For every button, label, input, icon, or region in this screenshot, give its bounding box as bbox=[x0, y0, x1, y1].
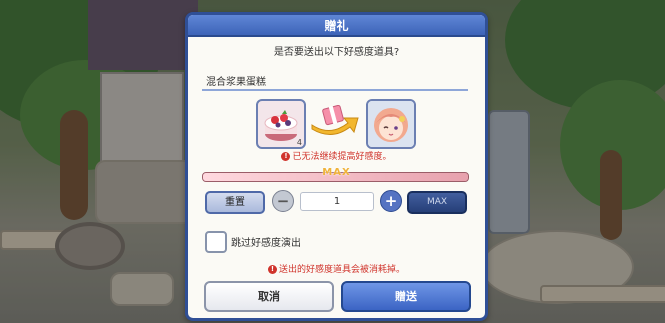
gift-dialog: 贈礼 是否要送出以下好感度道具? 混合浆果蛋糕 4 ! 已无法继续提高好感度。 … bbox=[185, 12, 488, 321]
gift-arrow-graphic bbox=[311, 104, 359, 135]
consume-note-text: 送出的好感度道具会被消耗掉。 bbox=[278, 265, 405, 275]
increase-quantity-button[interactable]: + bbox=[380, 190, 402, 212]
item-name: 混合浆果蛋糕 bbox=[206, 77, 266, 88]
dialog-title-bar: 贈礼 bbox=[188, 15, 485, 37]
affection-max-label: MAX bbox=[322, 167, 351, 178]
warning-icon: ! bbox=[281, 152, 291, 161]
character-portrait-graphic bbox=[368, 101, 414, 147]
character-portrait-icon bbox=[366, 99, 416, 149]
item-name-row: 混合浆果蛋糕 bbox=[202, 73, 468, 91]
skip-animation-checkbox[interactable] bbox=[205, 231, 227, 253]
gift-arrow-icon bbox=[310, 104, 362, 139]
dialog-title: 贈礼 bbox=[324, 19, 349, 33]
note-warning-icon: ! bbox=[267, 265, 277, 274]
warning-text: 已无法继续提高好感度。 bbox=[292, 152, 392, 162]
berry-cake-icon: 4 bbox=[256, 99, 306, 149]
item-count: 4 bbox=[296, 138, 302, 147]
gift-button[interactable]: 贈送 bbox=[341, 281, 471, 312]
quantity-field[interactable]: 1 bbox=[300, 192, 374, 211]
max-quantity-button[interactable]: MAX bbox=[407, 191, 467, 214]
warning-message: ! 已无法继续提高好感度。 bbox=[188, 149, 485, 162]
decrease-quantity-button[interactable]: − bbox=[272, 190, 294, 212]
gift-question: 是否要送出以下好感度道具? bbox=[273, 47, 400, 58]
cancel-button[interactable]: 取消 bbox=[204, 281, 334, 312]
skip-animation-label: 跳过好感度演出 bbox=[231, 238, 301, 249]
reset-button[interactable]: 重置 bbox=[205, 191, 265, 214]
consume-note: ! 送出的好感度道具会被消耗掉。 bbox=[188, 262, 485, 275]
